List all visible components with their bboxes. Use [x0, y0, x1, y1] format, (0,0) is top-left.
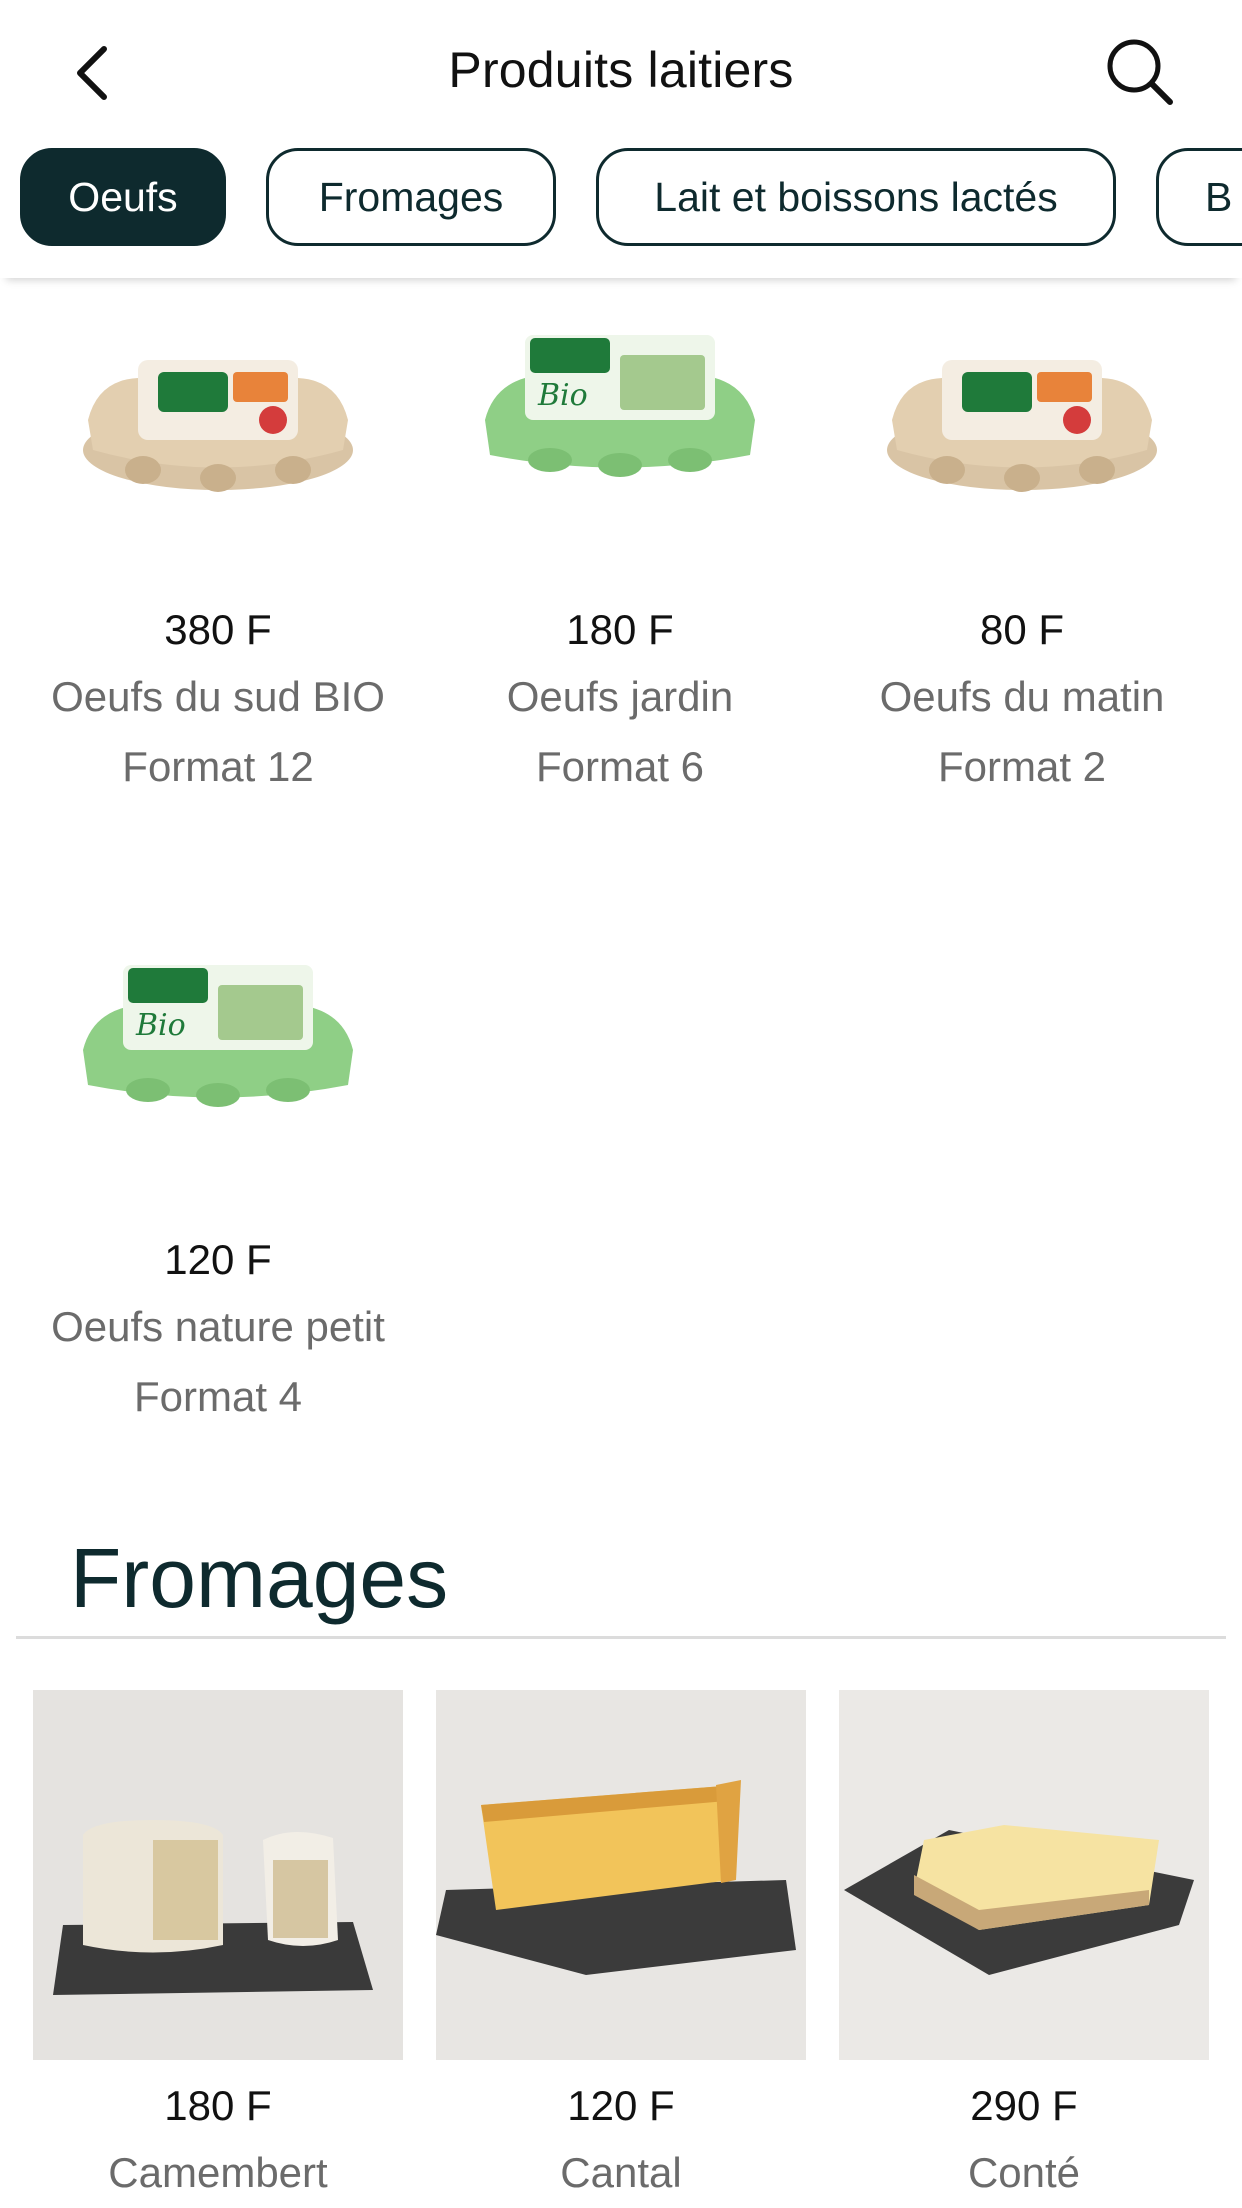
screen: Produits laitiers Oeufs Fromages Lait et…	[0, 0, 1242, 2208]
svg-text:Bio: Bio	[537, 378, 588, 413]
section-title-fromages: Fromages	[70, 1531, 449, 1625]
page-title: Produits laitiers	[448, 42, 794, 98]
product-card[interactable]: 380 F Oeufs du sud BIO Format 12	[18, 320, 418, 802]
product-format: Format 6	[535, 743, 705, 790]
product-price: 180 F	[164, 2082, 272, 2129]
product-name: Oeufs nature petit	[51, 1303, 385, 1350]
egg-carton-termier-image	[83, 360, 353, 492]
product-name: Oeufs du matin	[879, 673, 1165, 720]
tab-fromages[interactable]: Fromages	[266, 148, 556, 246]
cheese-cantal-image	[436, 1690, 806, 2060]
app-header: Produits laitiers	[0, 0, 1242, 140]
product-card[interactable]: 180 F Camembert	[33, 1690, 403, 2208]
product-name: Oeufs jardin	[506, 673, 734, 720]
product-price: 80 F	[979, 606, 1065, 653]
egg-carton-bio-image: Bio	[485, 335, 755, 477]
product-name: Oeufs du sud BIO	[51, 673, 385, 720]
product-card[interactable]: 120 F Cantal	[436, 1690, 806, 2208]
product-price: 380 F	[164, 606, 272, 653]
product-name: Conté	[967, 2149, 1081, 2196]
product-price: 120 F	[164, 1236, 272, 1283]
product-format: Format 4	[133, 1373, 303, 1420]
svg-text:Bio: Bio	[135, 1008, 186, 1043]
section-divider	[16, 1636, 1226, 1639]
product-format: Format 2	[937, 743, 1107, 790]
product-card[interactable]: 80 F Oeufs du matin Format 2	[822, 320, 1222, 802]
tab-lait-et-boissons[interactable]: Lait et boissons lactés	[596, 148, 1116, 246]
product-card[interactable]: Bio 120 F Oeufs nature petit Format 4	[18, 950, 418, 1432]
product-card[interactable]: 290 F Conté	[839, 1690, 1209, 2208]
product-price: 290 F	[970, 2082, 1078, 2129]
search-button[interactable]	[1100, 32, 1180, 112]
cheese-camembert-image	[33, 1690, 403, 2060]
product-format: Format 12	[122, 743, 314, 790]
cheese-comte-image	[839, 1690, 1209, 2060]
product-name: Cantal	[560, 2149, 682, 2196]
product-card[interactable]: Bio 180 F Oeufs jardin Format 6	[420, 320, 820, 802]
chevron-left-icon	[77, 46, 107, 100]
product-price: 180 F	[566, 606, 674, 653]
egg-carton-termier-image	[887, 360, 1157, 492]
back-button[interactable]	[62, 38, 122, 108]
product-name: Camembert	[108, 2149, 328, 2196]
egg-carton-bio-image: Bio	[83, 965, 353, 1107]
tab-oeufs[interactable]: Oeufs	[20, 148, 226, 246]
tab-more[interactable]: B	[1156, 148, 1242, 246]
product-price: 120 F	[567, 2082, 675, 2129]
category-tabs: Oeufs Fromages Lait et boissons lactés B	[0, 140, 1242, 278]
search-icon	[1107, 39, 1173, 105]
